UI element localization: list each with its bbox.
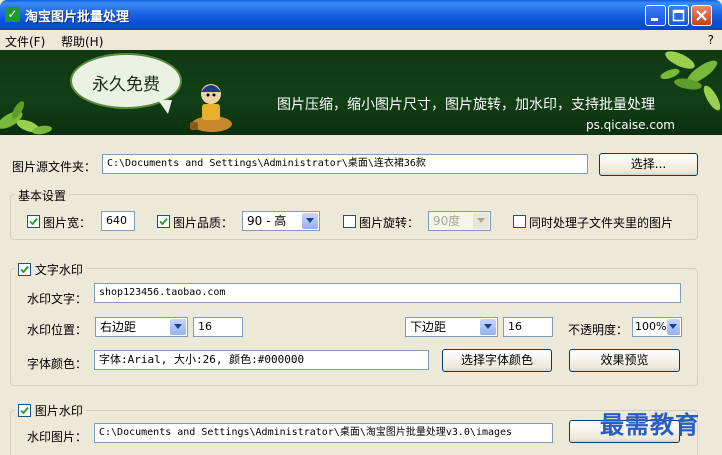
width-field[interactable]: 640 (101, 211, 135, 231)
choose-font-color-button[interactable]: 选择字体颜色 (442, 349, 552, 372)
rotate-label: 图片旋转： (359, 216, 420, 230)
v-position-value: 下边距 (410, 320, 447, 334)
font-color-label: 字体颜色： (27, 357, 88, 371)
watermark-image-label: 水印图片： (27, 430, 88, 444)
image-watermark-header: 图片水印 (15, 402, 86, 419)
quality-label: 图片品质： (173, 216, 234, 230)
dropdown-arrow-icon (302, 213, 318, 229)
banner-url[interactable]: ps.qicaise.com (586, 118, 675, 132)
leaves-right-icon (660, 51, 721, 111)
minimize-button[interactable] (645, 5, 666, 26)
banner: 永久免费 图片压缩，缩小图片尺寸，图片旋转，加水印，支持批量处理 ps.qica… (0, 50, 722, 135)
dropdown-arrow-icon (170, 319, 186, 335)
quality-select-value: 90 - 高 (247, 214, 287, 228)
free-forever-text: 永久免费 (92, 75, 160, 95)
rotate-checkbox[interactable] (343, 215, 356, 228)
opacity-value: 100% (635, 320, 667, 333)
banner-slogan: 图片压缩，缩小图片尺寸，图片旋转，加水印，支持批量处理 (277, 97, 655, 113)
menu-help[interactable]: 帮助(H) (61, 33, 103, 50)
minimize-icon (651, 18, 658, 21)
app-window: ✓ 淘宝图片批量处理 文件(F) 帮助(H) ? 永久免费 图片压缩，缩小图片尺… (0, 0, 722, 455)
window-title: 淘宝图片批量处理 (25, 10, 130, 25)
browse-source-button[interactable]: 选择... (599, 153, 698, 176)
text-watermark-checkbox[interactable] (18, 263, 31, 276)
watermark-image-field[interactable]: C:\Documents and Settings\Administrator\… (94, 423, 553, 443)
checkmark-icon (159, 217, 168, 226)
speech-bubble-tail (158, 100, 172, 114)
quality-checkbox[interactable] (157, 215, 170, 228)
watermark-position-label: 水印位置： (27, 323, 88, 337)
preview-button[interactable]: 效果预览 (569, 349, 680, 372)
close-button[interactable] (691, 5, 712, 26)
image-watermark-checkbox[interactable] (18, 404, 31, 417)
maximize-button[interactable] (668, 5, 689, 26)
image-watermark-title: 图片水印 (34, 404, 83, 418)
checkmark-icon (29, 217, 38, 226)
menu-bar: 文件(F) 帮助(H) ? (0, 30, 722, 50)
v-position-select[interactable]: 下边距 (405, 317, 498, 337)
checkmark-icon (20, 265, 29, 274)
width-checkbox[interactable] (27, 215, 40, 228)
h-position-select[interactable]: 右边距 (95, 317, 188, 337)
text-watermark-title: 文字水印 (34, 263, 83, 277)
text-watermark-header: 文字水印 (15, 261, 86, 278)
leaves-left-icon (0, 101, 52, 135)
dropdown-arrow-icon (473, 213, 489, 229)
watermark-text-label: 水印文字： (27, 292, 88, 306)
subfolder-checkbox[interactable] (513, 215, 526, 228)
dropdown-arrow-icon (480, 319, 496, 335)
h-margin-field[interactable]: 16 (193, 317, 243, 337)
watermark-text-field[interactable]: shop123456.taobao.com (94, 283, 681, 303)
close-icon (696, 10, 707, 21)
opacity-label: 不透明度： (568, 323, 629, 337)
title-bar[interactable]: ✓ 淘宝图片批量处理 (0, 0, 722, 30)
h-position-value: 右边距 (100, 320, 137, 334)
v-margin-field[interactable]: 16 (503, 317, 553, 337)
overlay-watermark-text: 最需教育 (600, 410, 700, 439)
source-folder-label: 图片源文件夹： (12, 160, 97, 174)
menu-file[interactable]: 文件(F) (5, 33, 45, 50)
app-check-icon: ✓ (5, 7, 20, 22)
width-label: 图片宽： (43, 216, 92, 230)
checkmark-icon (20, 406, 29, 415)
rotate-select[interactable]: 90度 (428, 211, 491, 231)
subfolder-label: 同时处理子文件夹里的图片 (529, 216, 674, 230)
maximize-icon (672, 9, 685, 22)
dropdown-arrow-icon (667, 319, 680, 335)
source-folder-field[interactable]: C:\Documents and Settings\Administrator\… (102, 154, 588, 174)
basic-settings-title: 基本设置 (15, 187, 70, 204)
font-color-field[interactable]: 字体:Arial, 大小:26, 颜色:#000000 (94, 350, 429, 370)
help-question[interactable]: ? (708, 33, 714, 47)
quality-select[interactable]: 90 - 高 (242, 211, 320, 231)
opacity-select[interactable]: 100% (632, 317, 682, 337)
mascot-rider-icon (190, 84, 232, 132)
rotate-select-value: 90度 (433, 214, 461, 228)
